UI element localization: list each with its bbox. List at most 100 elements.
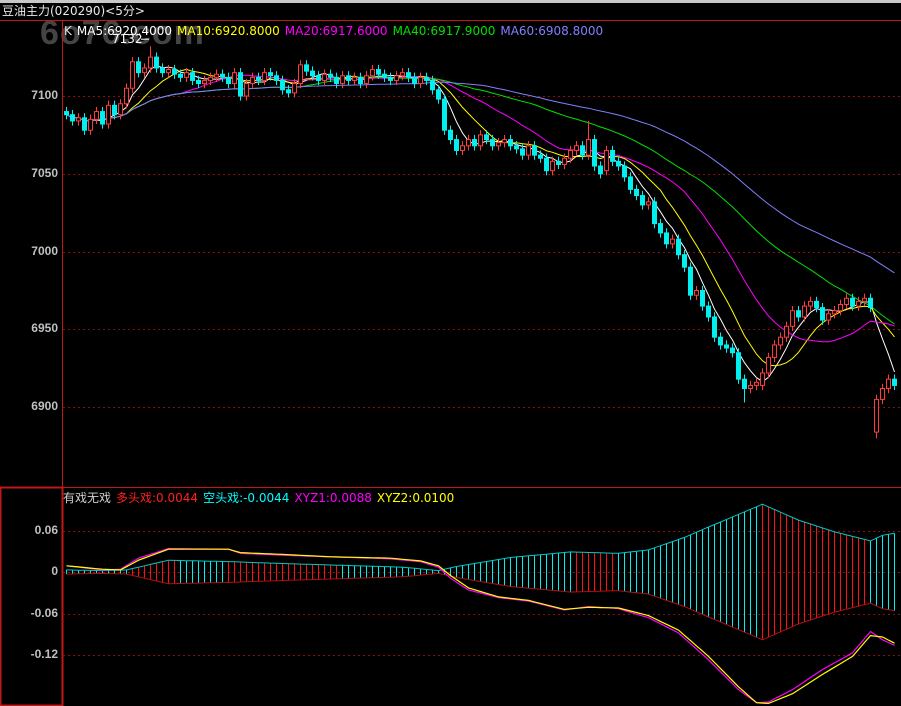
candle-body — [310, 70, 315, 77]
candle-body — [862, 297, 867, 302]
candle — [328, 69, 333, 82]
candle-body — [436, 89, 441, 100]
candle — [754, 377, 759, 391]
candle-body — [604, 149, 609, 172]
candle-body — [166, 69, 171, 74]
bear-envelope-line — [66, 572, 895, 641]
candle — [724, 340, 729, 353]
candle — [766, 352, 771, 378]
candle-body — [646, 201, 651, 206]
candle-body — [370, 69, 375, 77]
candle — [142, 63, 147, 78]
candle-body — [382, 73, 387, 78]
candle-body — [676, 238, 681, 256]
candle — [880, 383, 885, 405]
candle — [448, 125, 453, 145]
candle-body — [532, 145, 537, 156]
candle — [226, 72, 231, 89]
candle-body — [256, 76, 261, 81]
candle-body — [586, 139, 591, 156]
chart-canvas[interactable]: 7132 — [0, 0, 901, 706]
candle-body — [766, 356, 771, 374]
candle-body — [682, 254, 687, 268]
candle — [352, 72, 357, 86]
candle-body — [610, 149, 615, 162]
candle — [364, 71, 369, 89]
candle — [832, 306, 837, 319]
candle — [304, 60, 309, 76]
candle-body — [406, 72, 411, 78]
candle — [670, 234, 675, 249]
indicator-legend-item: XYZ2:0.0100 — [376, 491, 455, 505]
candle-body — [220, 73, 225, 78]
candle-body — [430, 79, 435, 91]
candle-body — [484, 134, 489, 141]
candle — [292, 78, 297, 98]
candle-body — [202, 79, 207, 85]
candle — [886, 374, 891, 394]
candle-body — [418, 76, 423, 85]
candle — [64, 106, 69, 120]
candle-body — [292, 83, 297, 94]
candle-body — [700, 290, 705, 307]
candle-body — [466, 139, 471, 147]
candle-body — [892, 378, 897, 386]
candle — [736, 348, 741, 384]
ma10-line — [66, 68, 895, 367]
candle — [442, 94, 447, 135]
candle — [586, 120, 591, 160]
candle-body — [496, 142, 501, 147]
ma40-line — [66, 76, 895, 325]
candle-body — [724, 344, 729, 349]
candle-body — [886, 378, 891, 390]
candle-body — [658, 223, 663, 234]
candle — [130, 57, 135, 93]
indicator-legend: 有戏无戏 多头戏:0.0044 空头戏:-0.0044 XYZ1:0.0088 XYZ2… — [63, 491, 459, 505]
candle — [682, 250, 687, 272]
candle-body — [820, 307, 825, 321]
candle-body — [850, 297, 855, 307]
candle-body — [148, 56, 153, 69]
candle-body — [514, 145, 519, 150]
candle-body — [640, 195, 645, 206]
candle-body — [262, 72, 267, 81]
candle-body — [334, 76, 339, 85]
candle — [658, 218, 663, 238]
ma-legend-item: MA20:6917.6000 — [284, 24, 388, 38]
axis-tick-label: 6950 — [31, 321, 58, 336]
candle — [664, 228, 669, 249]
candle-body — [844, 297, 849, 306]
candle-body — [394, 75, 399, 81]
candle-body — [634, 188, 639, 197]
candle-body — [328, 73, 333, 78]
candle — [220, 69, 225, 82]
candle — [358, 72, 363, 89]
candle — [70, 110, 75, 126]
ma-legend-item: MA40:6917.9000 — [392, 24, 496, 38]
indicator-bars — [66, 504, 895, 640]
candle — [748, 380, 753, 394]
candle-body — [580, 145, 585, 156]
candle — [844, 293, 849, 310]
candle-body — [94, 111, 99, 120]
candle — [622, 161, 627, 182]
candle-body — [826, 313, 831, 321]
candle-body — [226, 76, 231, 85]
candle-body — [832, 310, 837, 315]
candle-body — [358, 76, 363, 85]
candle — [82, 113, 87, 135]
ma60-line — [66, 81, 895, 274]
candle — [676, 234, 681, 260]
candle-body — [100, 111, 105, 125]
candle-body — [136, 61, 141, 74]
axis-tick-label: 0.06 — [34, 522, 58, 537]
candle — [262, 67, 267, 86]
candle-body — [88, 118, 93, 131]
candle-body — [376, 69, 381, 75]
candle-body — [712, 316, 717, 338]
candle — [652, 197, 657, 229]
candle — [406, 67, 411, 82]
candle-body — [526, 145, 531, 156]
candle-body — [874, 398, 879, 433]
candle — [718, 332, 723, 350]
